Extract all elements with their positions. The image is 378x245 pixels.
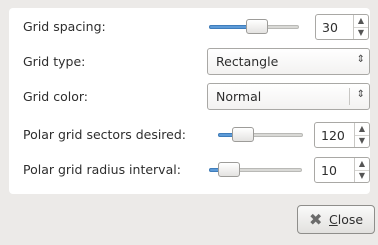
- grid-type-label: Grid type:: [23, 54, 86, 69]
- spin-down-icon[interactable]: ▼: [355, 170, 369, 182]
- polar-radius-spinbutton[interactable]: 10 ▲ ▼: [314, 157, 370, 183]
- combo-arrow-icon: ⇕: [356, 54, 365, 65]
- grid-spacing-row: Grid spacing: 30 ▲ ▼: [9, 10, 370, 44]
- spin-down-icon[interactable]: ▼: [354, 27, 368, 39]
- polar-radius-value[interactable]: 10: [321, 163, 337, 178]
- grid-type-combo[interactable]: Rectangle ⇕: [207, 48, 370, 75]
- polar-sectors-spinbutton[interactable]: 120 ▲ ▼: [314, 122, 370, 148]
- grid-type-row: Grid type: Rectangle ⇕: [9, 45, 370, 79]
- slider-thumb[interactable]: [218, 162, 240, 177]
- polar-sectors-value[interactable]: 120: [321, 128, 345, 143]
- grid-type-selected: Rectangle: [216, 54, 279, 69]
- grid-settings-panel: Grid spacing: 30 ▲ ▼ Grid type: Rectangl…: [9, 8, 370, 194]
- grid-color-selected: Normal: [216, 89, 262, 104]
- grid-color-row: Grid color: Normal ⇕: [9, 80, 370, 114]
- polar-radius-label: Polar grid radius interval:: [23, 162, 181, 177]
- spin-arrows: ▲ ▼: [353, 15, 368, 39]
- polar-sectors-label: Polar grid sectors desired:: [23, 127, 187, 142]
- close-mnemonic: C: [329, 212, 338, 227]
- close-icon: ✖: [309, 210, 323, 229]
- slider-thumb[interactable]: [246, 19, 268, 34]
- polar-radius-row: Polar grid radius interval: 10 ▲ ▼: [9, 153, 370, 187]
- grid-spacing-spinbutton[interactable]: 30 ▲ ▼: [315, 14, 369, 40]
- combo-arrow-icon: ⇕: [356, 89, 365, 100]
- grid-color-combo[interactable]: Normal ⇕: [207, 83, 370, 110]
- grid-color-label: Grid color:: [23, 89, 88, 104]
- close-button[interactable]: ✖ Close: [297, 205, 375, 234]
- slider-thumb[interactable]: [232, 127, 254, 142]
- grid-spacing-label: Grid spacing:: [23, 19, 106, 34]
- spin-down-icon[interactable]: ▼: [355, 135, 369, 147]
- close-button-label: Close: [329, 212, 363, 227]
- combo-separator: [349, 88, 350, 105]
- polar-radius-slider[interactable]: [209, 160, 302, 180]
- close-label-rest: lose: [337, 212, 364, 227]
- spin-arrows: ▲ ▼: [354, 123, 369, 147]
- grid-spacing-slider[interactable]: [209, 17, 299, 37]
- spin-arrows: ▲ ▼: [354, 158, 369, 182]
- polar-sectors-row: Polar grid sectors desired: 120 ▲ ▼: [9, 118, 370, 152]
- grid-spacing-value[interactable]: 30: [322, 20, 338, 35]
- polar-sectors-slider[interactable]: [218, 125, 303, 145]
